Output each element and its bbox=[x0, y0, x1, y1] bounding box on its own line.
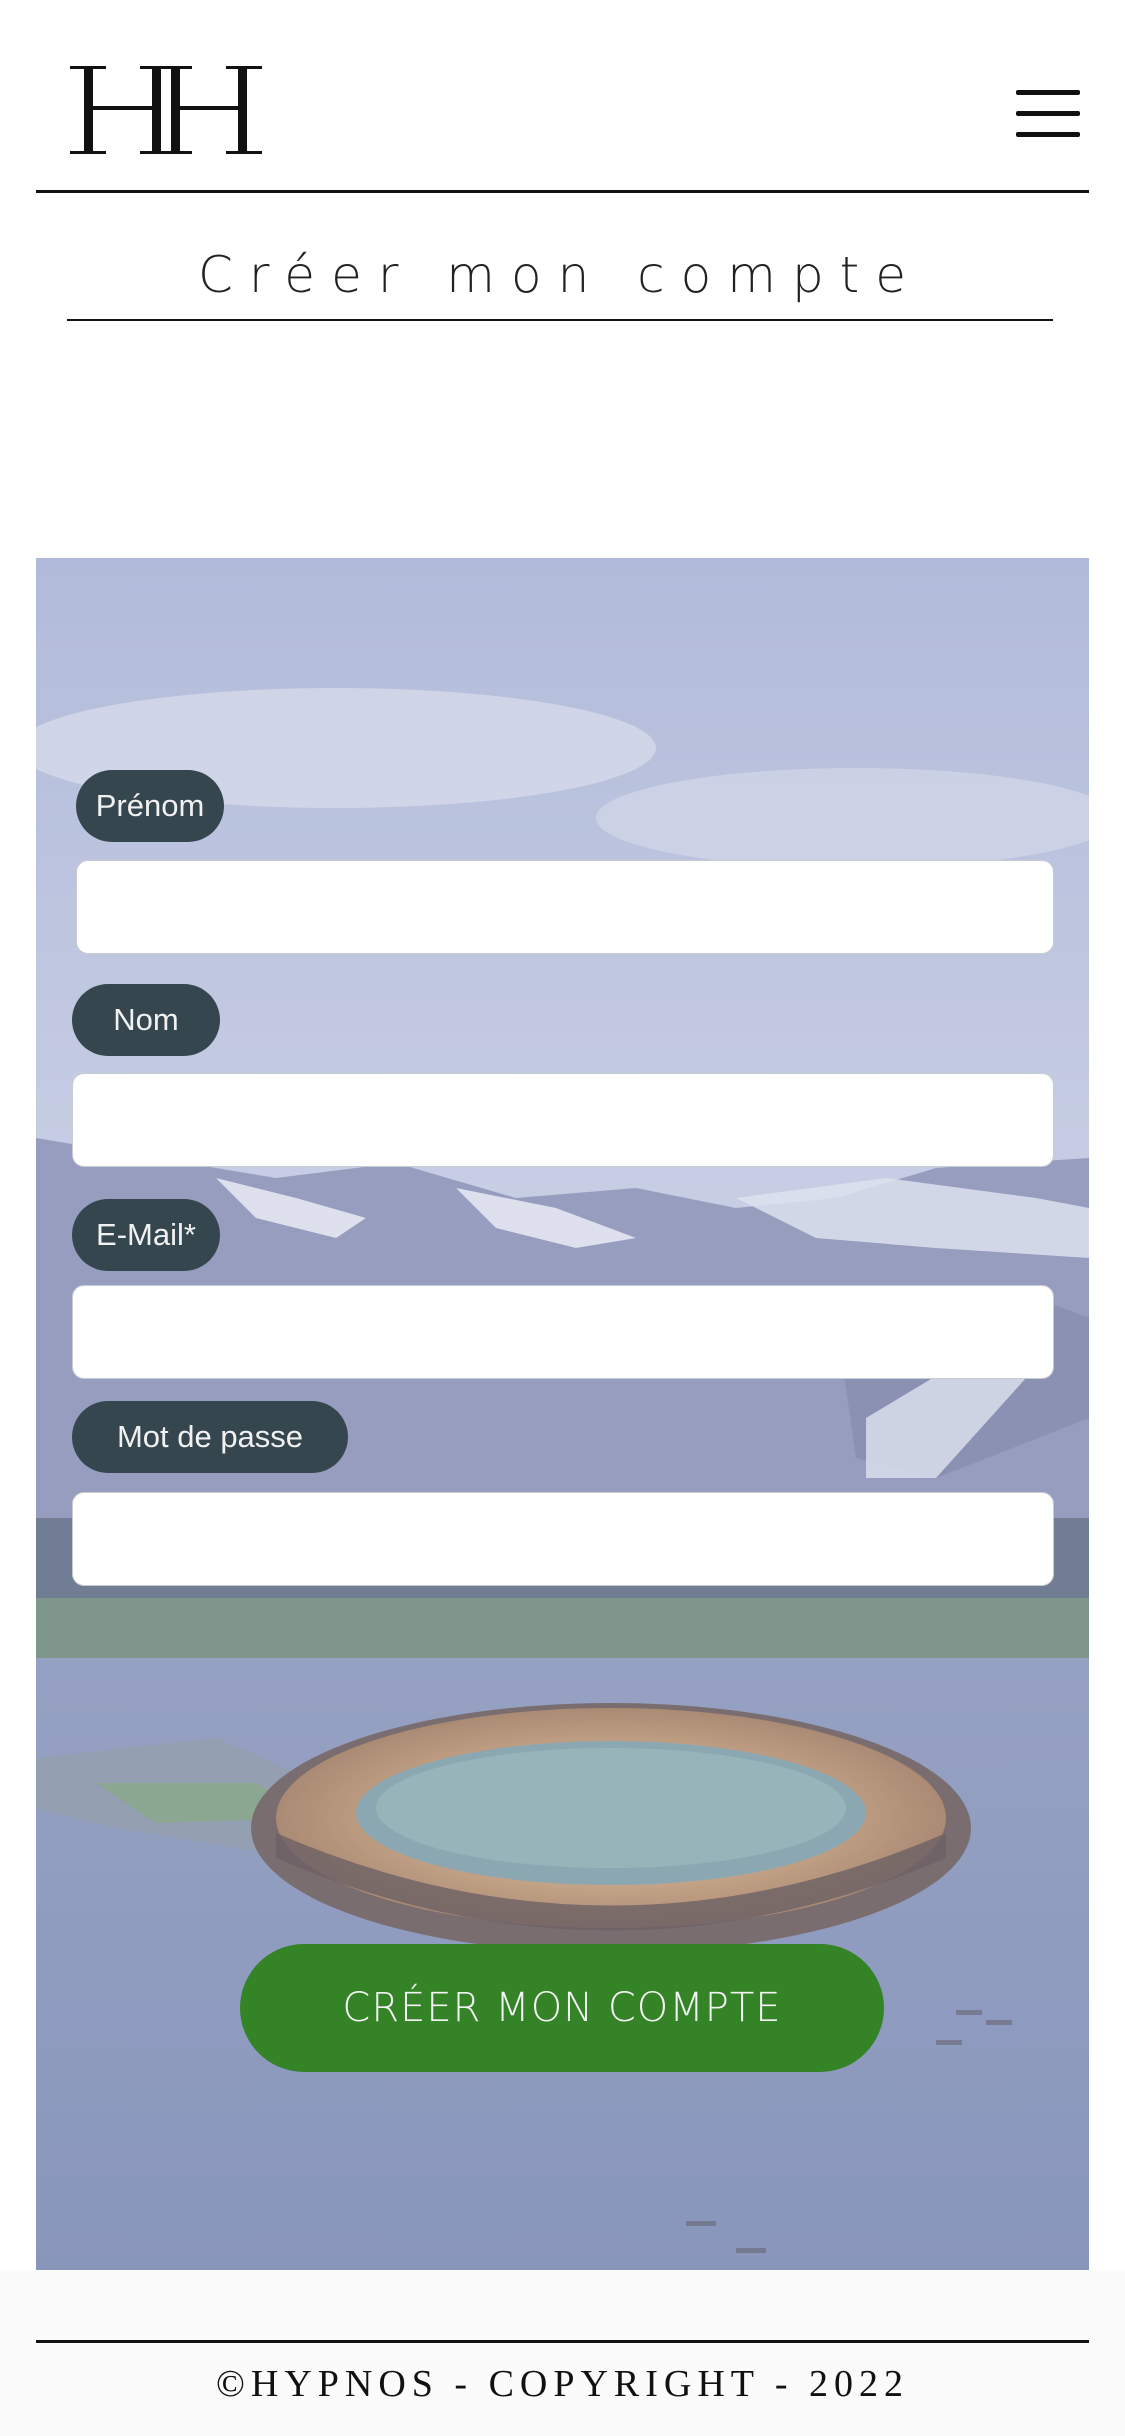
email-label: E-Mail* bbox=[72, 1199, 220, 1271]
hamburger-menu-icon[interactable] bbox=[1016, 90, 1080, 138]
hh-logo[interactable] bbox=[70, 60, 262, 160]
title-underline bbox=[67, 319, 1053, 321]
last-name-label: Nom bbox=[72, 984, 220, 1056]
last-name-input[interactable] bbox=[72, 1073, 1054, 1167]
footer-divider bbox=[36, 2340, 1089, 2343]
password-label: Mot de passe bbox=[72, 1401, 348, 1473]
password-input[interactable] bbox=[72, 1492, 1054, 1586]
footer bbox=[0, 2270, 1125, 2436]
copyright-text: ©HYPNOS - COPYRIGHT - 2022 bbox=[216, 2363, 909, 2405]
first-name-label: Prénom bbox=[76, 770, 224, 842]
header-divider bbox=[36, 190, 1089, 193]
create-account-button[interactable]: CRÉER MON COMPTE bbox=[240, 1944, 884, 2072]
first-name-input[interactable] bbox=[76, 860, 1054, 954]
site-header bbox=[0, 0, 1125, 195]
email-input[interactable] bbox=[72, 1285, 1054, 1379]
page-title: Créer mon compte bbox=[197, 246, 923, 304]
